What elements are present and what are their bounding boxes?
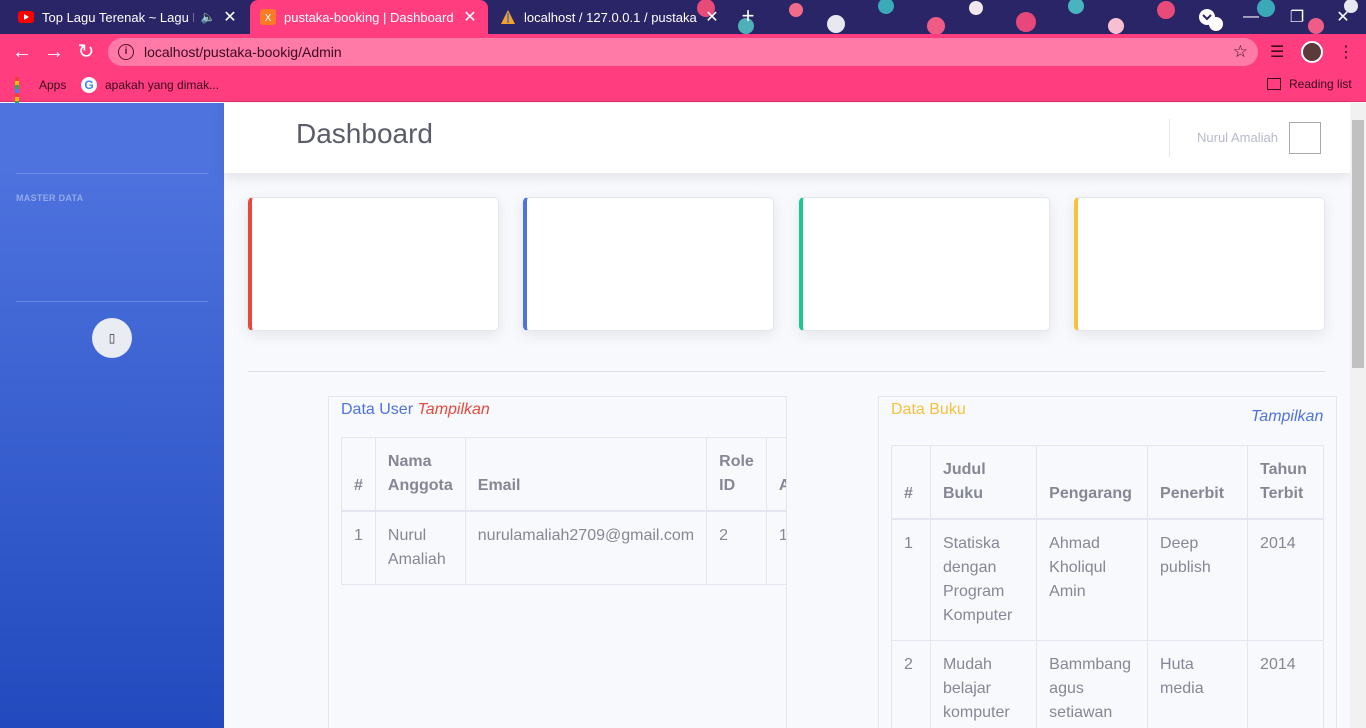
topbar-divider [1169, 119, 1170, 157]
reload-icon[interactable]: ↻ [74, 40, 98, 64]
google-icon: G [81, 77, 97, 93]
tab-title: localhost / 127.0.0.1 / pustaka | phpMyA… [524, 9, 698, 25]
book-panel: Data Buku Tampilkan # Judul Buku Pengara… [878, 396, 1337, 728]
table-cell: Deep publish [1147, 518, 1249, 641]
table-cell: 2 [891, 640, 931, 728]
table-cell: Huta media [1147, 640, 1249, 728]
tab-strip: Top Lagu Terenak ~ Lagu Indonesia 🔈 ✕ X … [0, 0, 1366, 34]
table-cell: 2014 [1247, 640, 1324, 728]
menu-icon[interactable]: ⋮ [1338, 42, 1354, 62]
tab-dashboard[interactable]: X pustaka-booking | Dashboard ✕ [250, 0, 488, 34]
tab-youtube[interactable]: Top Lagu Terenak ~ Lagu Indonesia 🔈 ✕ [8, 0, 248, 34]
phpmyadmin-icon [500, 9, 516, 25]
sidebar-heading: MASTER DATA [16, 193, 84, 203]
column-header: Role ID [706, 437, 767, 512]
tab-title: Top Lagu Terenak ~ Lagu Indonesia [42, 9, 194, 25]
bookmark-google[interactable]: G apakah yang dimak... [81, 77, 219, 93]
xampp-icon: X [260, 9, 276, 25]
bookmark-label: Apps [39, 78, 67, 92]
user-panel: Data User Tampilkan # Nama Anggota Email… [328, 396, 787, 728]
bookmark-label: apakah yang dimak... [105, 78, 220, 92]
table-cell: Mudah belajar komputer [929, 640, 1038, 728]
tab-search-icon[interactable] [1184, 0, 1230, 34]
back-icon[interactable]: ← [10, 40, 34, 64]
tab-title: pustaka-booking | Dashboard [284, 9, 454, 25]
user-panel-title: Data User [341, 401, 414, 418]
scrollbar-thumb[interactable] [1352, 120, 1364, 368]
column-header: # [891, 445, 931, 520]
table-cell: nurulamaliah2709@gmail.com [464, 510, 708, 585]
speaker-icon[interactable]: 🔈 [200, 10, 216, 24]
table-cell: 2014 [1247, 518, 1324, 641]
book-table-scroll: # Judul Buku Pengarang Penerbit Tahun Te… [891, 445, 1324, 728]
restore-icon[interactable]: ❐ [1274, 0, 1320, 34]
table-row: 1 Nurul Amaliah nurulamaliah2709@gmail.c… [341, 510, 786, 585]
close-tab-icon[interactable]: ✕ [462, 7, 478, 27]
column-header: Judul Buku [929, 445, 1038, 520]
sidebar-divider [16, 173, 208, 174]
table-cell: Ahmad Kholiqul Amin [1036, 518, 1149, 641]
profile-avatar[interactable] [1301, 41, 1323, 63]
table-cell: 1 [891, 518, 931, 641]
close-tab-icon[interactable]: ✕ [704, 7, 720, 27]
column-header: Email [464, 437, 708, 512]
tab-phpmyadmin[interactable]: localhost / 127.0.0.1 / pustaka | phpMyA… [490, 0, 730, 34]
sidebar-toggle-button[interactable]: ▯ [92, 318, 132, 358]
section-divider [248, 371, 1325, 372]
site-info-icon[interactable]: i [118, 44, 134, 60]
user-table: # Nama Anggota Email Role ID Aktif 1 Nur… [341, 437, 786, 585]
table-row: 2 Mudah belajar komputer Bammbang agus s… [891, 640, 1324, 728]
svg-text:X: X [265, 13, 272, 24]
close-window-icon[interactable]: ✕ [1320, 0, 1366, 34]
reading-list-label: Reading list [1289, 77, 1352, 91]
stat-card-blue [523, 197, 774, 331]
table-cell: Statiska dengan Program Komputer [929, 518, 1038, 641]
column-header: Penerbit [1147, 445, 1249, 520]
reading-list[interactable]: Reading list [1267, 77, 1352, 91]
page-scrollbar[interactable] [1350, 103, 1366, 728]
forward-icon[interactable]: → [42, 40, 66, 64]
table-row: 1 Statiska dengan Program Komputer Ahmad… [891, 518, 1324, 641]
stat-card-green [799, 197, 1050, 331]
apps-grid-icon [15, 77, 31, 113]
table-cell: 1 [765, 510, 786, 585]
address-bar: ← → ↻ i localhost/pustaka-bookig/Admin ☆… [0, 34, 1366, 70]
url-text: localhost/pustaka-bookig/Admin [144, 44, 342, 60]
new-tab-button[interactable]: + [737, 5, 759, 28]
bookmark-star-icon[interactable]: ☆ [1233, 42, 1248, 62]
url-input[interactable]: i localhost/pustaka-bookig/Admin ☆ [108, 38, 1258, 66]
table-cell: Nurul Amaliah [374, 510, 466, 585]
bookmark-apps[interactable]: Apps [15, 77, 67, 113]
column-header: Pengarang [1036, 445, 1149, 520]
user-name[interactable]: Nurul Amaliah [1197, 130, 1278, 145]
book-panel-title: Data Buku [891, 401, 966, 418]
user-avatar[interactable] [1289, 122, 1321, 154]
column-header: Aktif [765, 437, 786, 512]
column-header: Tahun Terbit [1247, 445, 1324, 520]
stat-card-yellow [1074, 197, 1325, 331]
table-cell: 2 [706, 510, 767, 585]
book-show-link[interactable]: Tampilkan [1251, 408, 1323, 426]
table-cell: 1 [341, 510, 376, 585]
column-header: # [341, 437, 376, 512]
table-header-row: # Nama Anggota Email Role ID Aktif [341, 437, 786, 512]
sidebar: MASTER DATA ▯ [0, 103, 224, 728]
sidebar-divider [16, 301, 208, 302]
reading-list-icon [1267, 78, 1281, 90]
table-cell: Bammbang agus setiawan [1036, 640, 1149, 728]
bookmarks-bar: Apps G apakah yang dimak... Reading list [0, 70, 1366, 113]
close-tab-icon[interactable]: ✕ [222, 7, 238, 27]
user-panel-header: Data User Tampilkan [341, 401, 490, 419]
youtube-icon [18, 9, 34, 25]
stat-card-red [248, 197, 499, 331]
topbar: Dashboard Nurul Amaliah [224, 103, 1350, 173]
page-title: Dashboard [296, 118, 433, 149]
table-header-row: # Judul Buku Pengarang Penerbit Tahun Te… [891, 445, 1324, 520]
media-queue-icon[interactable]: ☰ [1270, 42, 1284, 62]
book-table: # Judul Buku Pengarang Penerbit Tahun Te… [891, 445, 1324, 728]
user-show-link[interactable]: Tampilkan [417, 401, 489, 418]
minimize-icon[interactable]: — [1228, 0, 1274, 34]
column-header: Nama Anggota [374, 437, 466, 512]
